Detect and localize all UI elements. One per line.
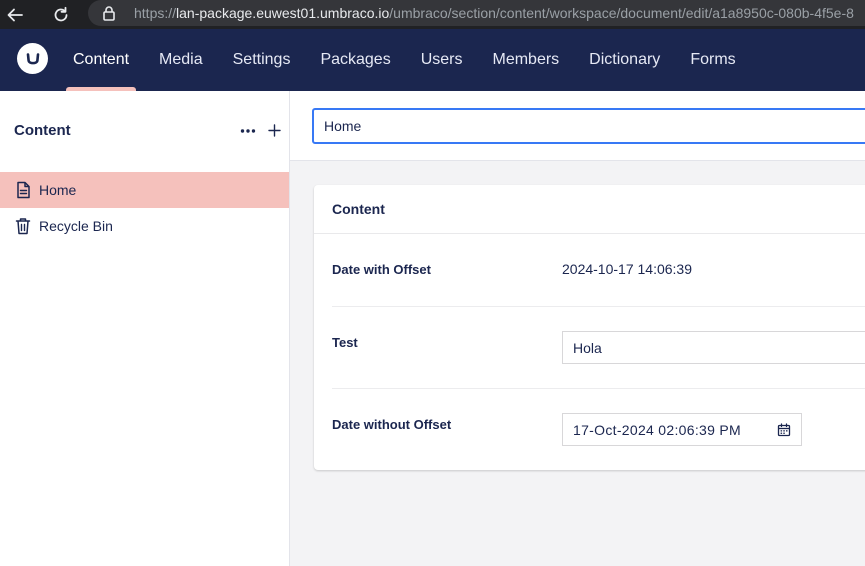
tab-dictionary[interactable]: Dictionary [574,29,675,91]
url-prefix: https:// [134,5,177,21]
tree-item-recycle-bin[interactable]: Recycle Bin [0,208,289,244]
back-arrow-icon[interactable] [3,3,27,27]
date-with-offset-label: Date with Offset [332,262,431,277]
top-navigation: Content Media Settings Packages Users Me… [0,29,865,91]
panel-title: Content [332,201,385,217]
tab-settings[interactable]: Settings [218,29,306,91]
calendar-icon[interactable] [777,423,791,437]
address-bar[interactable]: https://lan-package.euwest01.umbraco.io/… [88,0,865,26]
workspace-header [290,91,865,161]
more-actions-icon[interactable] [240,123,256,139]
document-workspace: Content Date with Offset 2024-10-17 14:0… [290,91,865,566]
umbraco-logo-icon[interactable] [17,43,48,74]
sidebar-actions [240,123,282,139]
date-without-offset-label: Date without Offset [332,417,452,432]
document-name-input[interactable] [312,108,865,144]
tab-content[interactable]: Content [58,29,144,91]
tab-forms[interactable]: Forms [675,29,750,91]
tab-media[interactable]: Media [144,29,218,91]
content-sidebar: Content Home Recycle Bin [0,91,290,566]
url-text: https://lan-package.euwest01.umbraco.io/… [134,5,854,21]
section-tabs: Content Media Settings Packages Users Me… [58,29,751,91]
tab-members[interactable]: Members [477,29,574,91]
panel-divider [314,233,865,234]
content-group-panel: Content Date with Offset 2024-10-17 14:0… [314,185,865,470]
create-plus-icon[interactable] [266,123,282,139]
test-label: Test [332,335,358,350]
tab-users[interactable]: Users [406,29,478,91]
url-path: /umbraco/section/content/workspace/docum… [389,5,854,21]
lock-icon [102,5,116,21]
date-input-value: 17-Oct-2024 02:06:39 PM [573,421,741,438]
sidebar-title: Content [14,122,71,139]
tab-packages[interactable]: Packages [305,29,405,91]
date-without-offset-input[interactable]: 17-Oct-2024 02:06:39 PM [562,413,802,446]
property-divider [332,306,865,307]
document-icon [14,181,32,199]
reload-icon[interactable] [49,3,73,27]
trash-icon [14,217,32,235]
content-tree: Home Recycle Bin [0,172,289,244]
tree-item-label: Recycle Bin [39,218,113,234]
tree-item-home[interactable]: Home [0,172,289,208]
sidebar-header: Content [14,122,282,139]
tree-item-label: Home [39,182,77,198]
browser-toolbar: https://lan-package.euwest01.umbraco.io/… [0,0,865,29]
date-with-offset-value: 2024-10-17 14:06:39 [562,261,692,277]
test-text-input[interactable] [562,331,865,364]
url-host: lan-package.euwest01.umbraco.io [176,5,390,21]
property-divider [332,388,865,389]
